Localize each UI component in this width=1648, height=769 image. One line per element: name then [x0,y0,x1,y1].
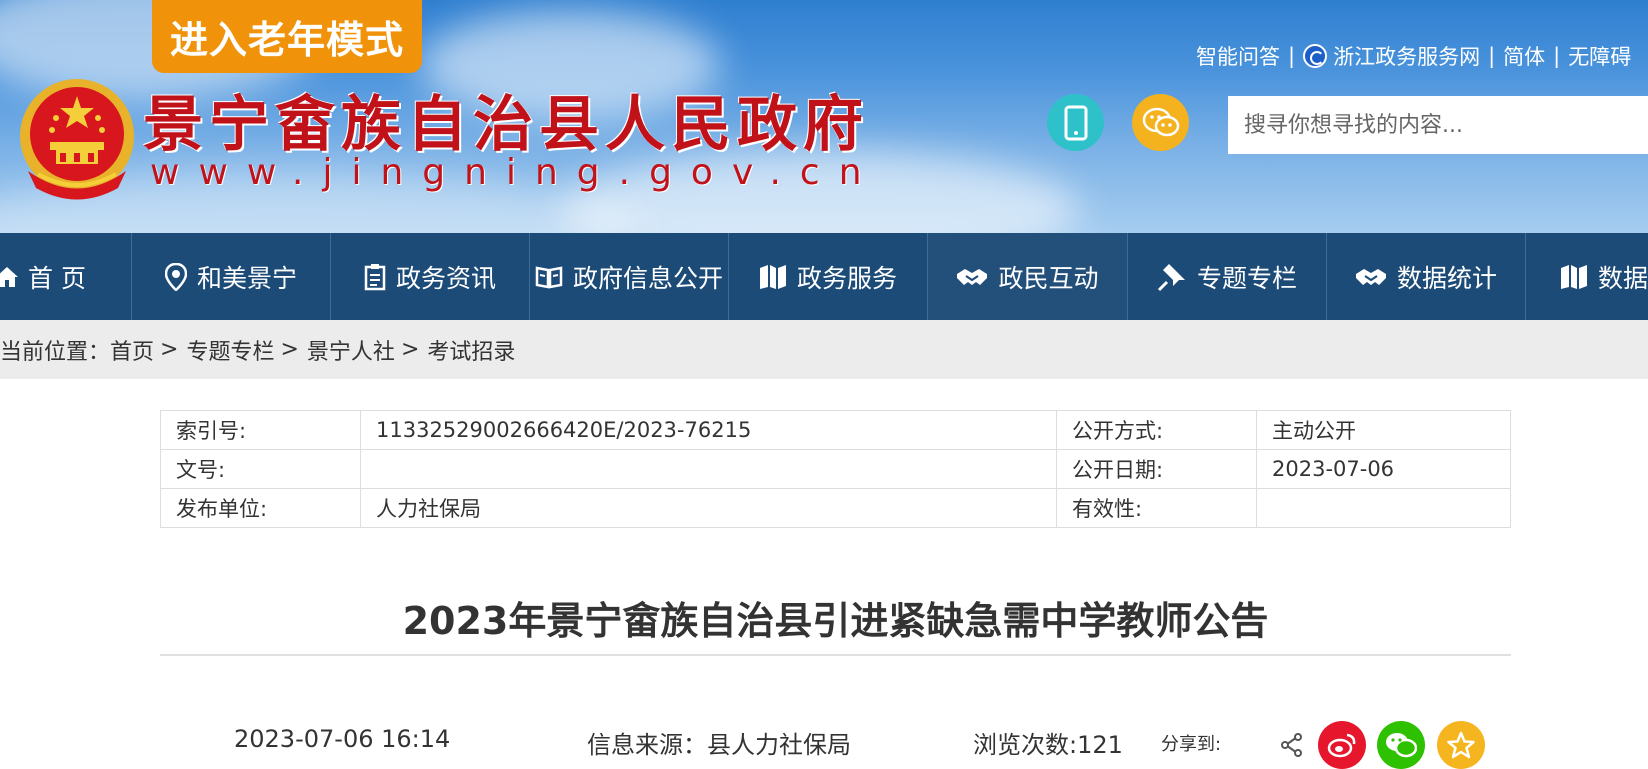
home-icon [0,266,18,287]
document-meta-table: 索引号: 11332529002666420E/2023-76215 公开方式:… [160,410,1511,528]
table-row: 索引号: 11332529002666420E/2023-76215 公开方式:… [160,410,1511,450]
zhejiang-service-link[interactable]: 浙江政务服务网 [1333,41,1480,71]
divider: | [1488,44,1496,68]
breadcrumb-separator: > [280,337,299,362]
info-source: 信息来源：县人力社保局 [587,731,851,759]
doc-number-label: 文号: [160,449,361,489]
breadcrumb-separator: > [160,337,179,362]
nav-item-special-topics[interactable]: 专题专栏 [1128,233,1327,320]
mobile-phone-icon [1064,105,1087,140]
top-links: 智能问答 | 浙江政务服务网 | 简体 | 无障碍 [1196,41,1631,71]
share-label: 分享到: [1161,734,1222,755]
view-count: 浏览次数:121 [973,731,1123,759]
divider: | [1553,44,1561,68]
breadcrumb: 当前位置： 首页 > 专题专栏 > 景宁人社 > 考试招录 [0,320,1648,379]
wechat-icon [1386,733,1417,758]
simplified-chinese-link[interactable]: 简体 [1503,41,1545,71]
map-icon [759,264,786,289]
method-value: 主动公开 [1256,410,1511,450]
site-url: www.jingning.gov.cn [150,152,881,193]
nav-item-statistics[interactable]: 数据统计 [1327,233,1526,320]
title-divider [160,654,1511,656]
share-icon[interactable] [1280,733,1304,757]
nav-label: 政民互动 [998,263,1099,293]
nav-item-home[interactable]: 首 页 [0,233,132,320]
publish-date-label: 公开日期: [1056,449,1257,489]
article-title: 2023年景宁畲族自治县引进紧缺急需中学教师公告 [402,599,1269,643]
publisher-value: 人力社保局 [360,488,1057,528]
elder-mode-button[interactable]: 进入老年模式 [152,0,422,73]
breadcrumb-jingning-hr[interactable]: 景宁人社 [307,334,395,366]
map-icon [1561,264,1587,289]
wechat-icon [1142,107,1179,136]
handshake-icon [1355,268,1386,285]
validity-label: 有效性: [1056,488,1257,528]
validity-value [1256,488,1511,528]
nav-label: 数据统计 [1396,263,1497,293]
national-emblem-icon [20,79,134,200]
mobile-phone-button[interactable] [1047,94,1104,151]
breadcrumb-prefix: 当前位置： [0,339,111,365]
publish-datetime: 2023-07-06 16:14 [234,725,451,753]
handshake-icon [957,268,988,285]
nav-label: 政府信息公开 [572,263,723,293]
divider: | [1288,44,1296,68]
star-icon [1447,731,1475,759]
nav-item-info-disclosure[interactable]: 政府信息公开 [530,233,729,320]
site-title: 景宁畲族自治县人民政府 [143,90,869,160]
share-wechat-button[interactable] [1377,721,1425,769]
share-favorite-button[interactable] [1437,721,1485,769]
breadcrumb-exam-recruitment[interactable]: 考试招录 [427,334,515,366]
nav-item-government-services[interactable]: 政务服务 [729,233,928,320]
table-row: 文号: 公开日期: 2023-07-06 [160,449,1511,489]
method-label: 公开方式: [1056,410,1257,450]
breadcrumb-special-topics[interactable]: 专题专栏 [186,334,274,366]
nav-item-interaction[interactable]: 政民互动 [928,233,1128,320]
nav-label: 专题专栏 [1196,263,1297,293]
nav-label: 政务服务 [796,263,897,293]
nav-label: 政务资讯 [395,263,496,293]
publish-date-value: 2023-07-06 [1256,449,1511,489]
nav-item-data[interactable]: 数据 [1526,233,1648,320]
table-row: 发布单位: 人力社保局 有效性: [160,488,1511,528]
site-header: 进入老年模式 景宁畲族自治县人民政府 www.jingning.gov.cn 智… [0,0,1648,233]
location-pin-icon [164,262,187,291]
wechat-button[interactable] [1132,94,1189,151]
weibo-icon [1327,733,1356,758]
nav-label: 数据 [1598,263,1648,293]
nav-item-hemei-jingning[interactable]: 和美景宁 [132,233,331,320]
search-input[interactable] [1228,96,1648,154]
nav-label: 首 页 [28,263,86,293]
accessibility-link[interactable]: 无障碍 [1568,41,1631,71]
book-icon [535,266,563,288]
breadcrumb-home[interactable]: 首页 [110,334,154,366]
index-label: 索引号: [160,410,361,450]
pin-icon [1157,263,1185,291]
clipboard-icon [364,263,386,290]
publisher-label: 发布单位: [160,488,361,528]
share-weibo-button[interactable] [1318,721,1366,769]
breadcrumb-separator: > [400,337,420,362]
smart-qa-link[interactable]: 智能问答 [1196,41,1280,71]
doc-number-value [360,449,1057,489]
nav-label: 和美景宁 [196,263,297,293]
zhejiang-service-icon [1303,44,1328,68]
main-nav: 首 页 和美景宁 政务资讯 政府信息公开 政务服务 政民互动 专题专栏 数据统计… [0,233,1648,320]
index-value: 11332529002666420E/2023-76215 [360,410,1057,450]
nav-item-government-news[interactable]: 政务资讯 [331,233,530,320]
